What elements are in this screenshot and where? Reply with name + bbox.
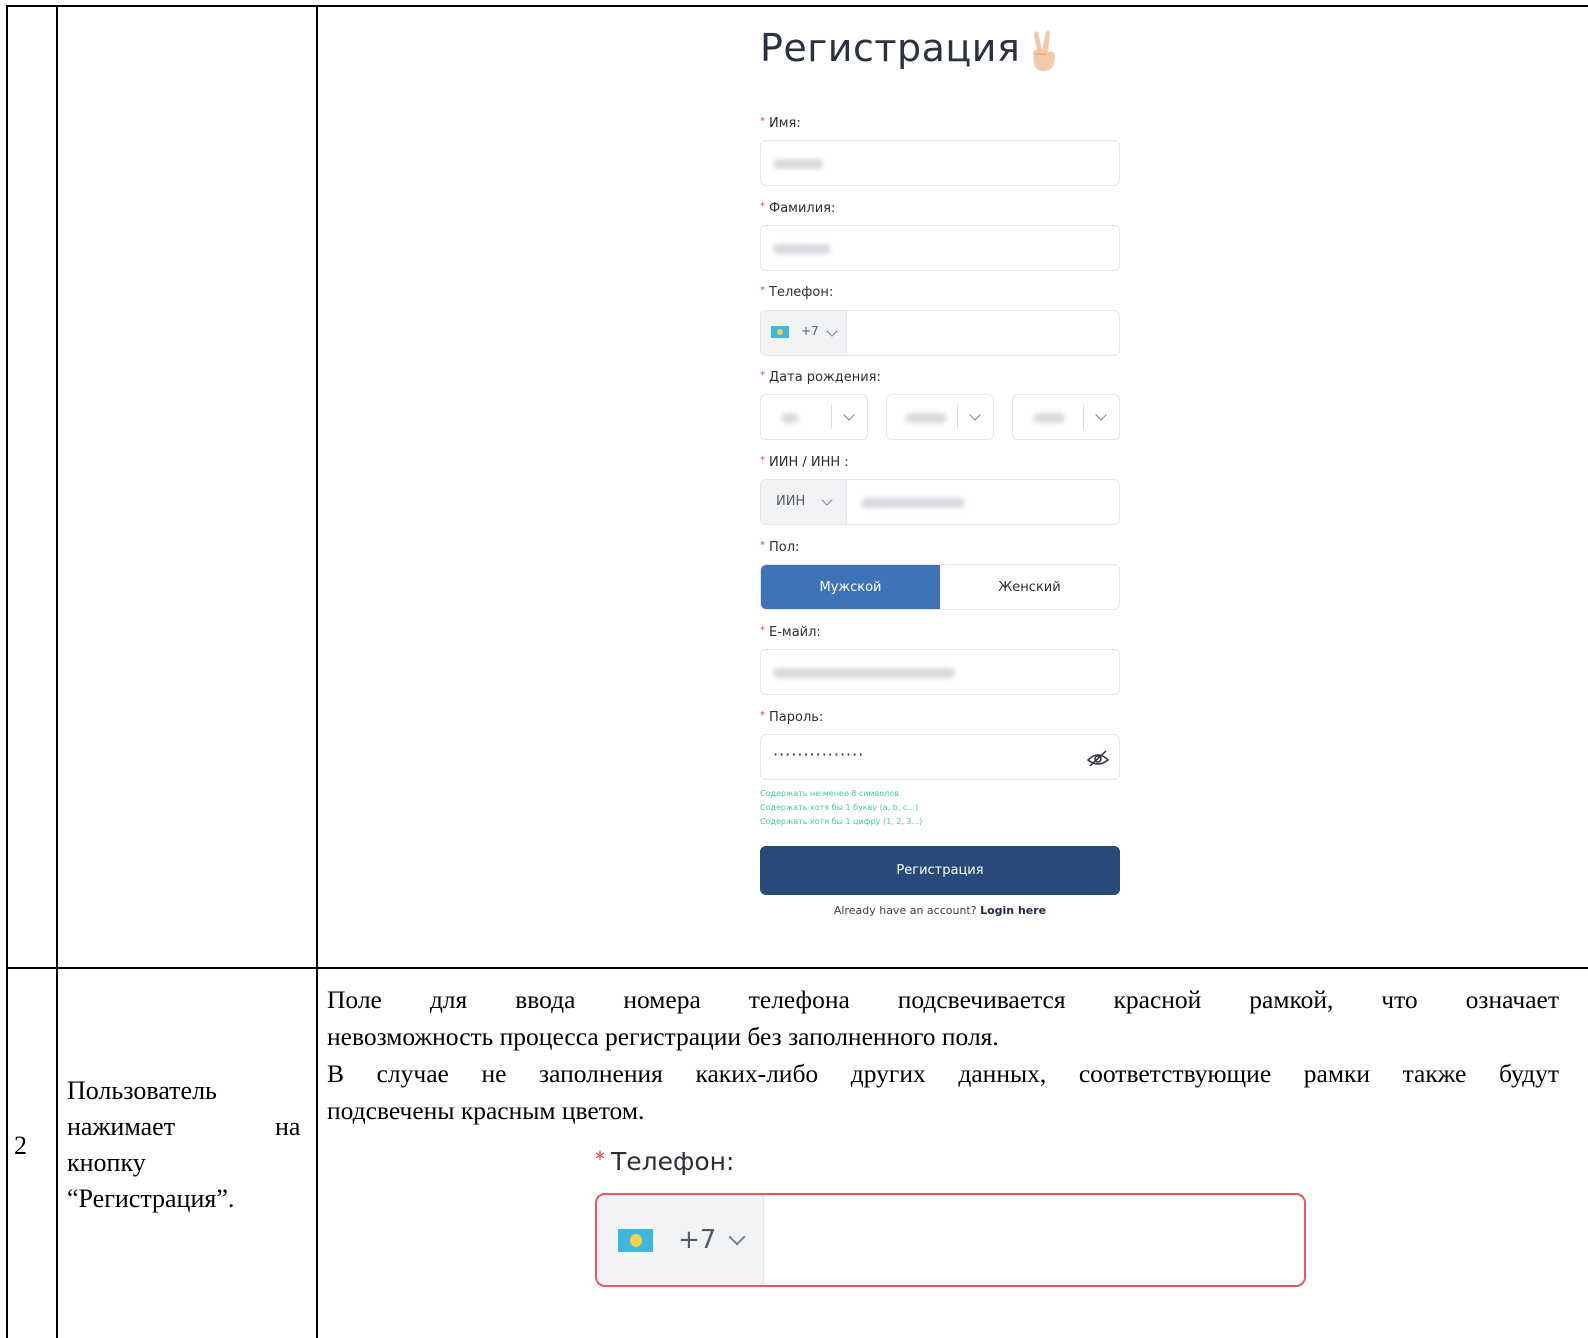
select-separator <box>831 405 832 429</box>
login-prompt: Already have an account? Login here <box>760 904 1120 917</box>
required-star-icon: * <box>760 455 765 466</box>
result-line-1: Поле для ввода номера телефона подсвечив… <box>327 985 1559 1014</box>
required-star-icon: * <box>760 370 765 381</box>
birth-year-select[interactable] <box>1012 394 1120 440</box>
password-hint-length: Содержать не менее 8 символов <box>760 789 899 798</box>
password-hint-letter: Содержать хотя бы 1 букву (a, b, c...) <box>760 803 919 812</box>
password-hint-digit: Содержать хотя бы 1 цифру (1, 2, 3...) <box>760 817 923 826</box>
blurred-value <box>781 413 799 423</box>
chevron-down-icon <box>821 494 833 506</box>
phone-label: * Телефон: <box>760 285 834 300</box>
chevron-down-icon <box>1095 409 1107 421</box>
birth-month-select[interactable] <box>886 394 994 440</box>
chevron-down-icon <box>843 409 855 421</box>
phone-country-select[interactable]: +7 <box>761 311 847 355</box>
blurred-value <box>773 668 955 678</box>
blurred-value <box>773 159 823 169</box>
blurred-value <box>773 244 831 254</box>
gender-option-male[interactable]: Мужской <box>761 565 940 609</box>
iin-type-select[interactable]: ИИН <box>761 480 847 524</box>
select-separator <box>1083 405 1084 429</box>
blurred-value <box>1033 413 1065 423</box>
required-star-icon: * <box>760 625 765 636</box>
password-input[interactable]: ··············· <box>760 734 1120 780</box>
iin-type-value: ИИН <box>776 494 806 509</box>
password-label: * Пароль: <box>760 710 824 725</box>
form-title: Регистрация <box>760 26 1021 70</box>
required-star-icon: * <box>760 201 765 212</box>
login-prompt-text: Already have an account? <box>833 904 977 917</box>
gender-label: * Пол: <box>760 540 800 555</box>
action-line-4: “Регистрация”. <box>67 1184 235 1213</box>
email-label: * Е-майл: <box>760 625 821 640</box>
chevron-down-icon <box>969 409 981 421</box>
password-mask: ··············· <box>773 745 865 764</box>
table-col-divider-2 <box>316 5 318 1338</box>
phone-code: +7 <box>801 324 819 338</box>
phone-input[interactable]: +7 <box>760 310 1120 356</box>
required-star-icon: * <box>760 285 765 296</box>
birth-day-select[interactable] <box>760 394 868 440</box>
action-line-2: нажимает <box>67 1112 176 1141</box>
action-line-1: Пользователь <box>67 1076 217 1105</box>
table-row-divider <box>6 967 1588 969</box>
table-border-left <box>6 5 8 1338</box>
select-separator <box>957 405 958 429</box>
first-name-input[interactable] <box>760 140 1120 186</box>
email-input[interactable] <box>760 649 1120 695</box>
result-line-4: подсвечены красным цветом. <box>327 1096 645 1125</box>
chevron-down-icon <box>728 1228 746 1246</box>
last-name-input[interactable] <box>760 225 1120 271</box>
eye-hidden-icon[interactable] <box>1086 748 1110 768</box>
zoom-phone-input-error[interactable]: +7 <box>595 1193 1306 1287</box>
chevron-down-icon <box>826 325 838 337</box>
required-star-icon: * <box>760 116 765 127</box>
required-star-icon: * <box>595 1147 605 1171</box>
blurred-value <box>905 413 947 423</box>
last-name-label: * Фамилия: <box>760 201 836 216</box>
action-line-2b: на <box>275 1112 301 1141</box>
zoom-phone-country-select[interactable]: +7 <box>597 1195 764 1285</box>
required-star-icon: * <box>760 710 765 721</box>
peace-hand-icon <box>1033 30 1055 71</box>
first-name-label: * Имя: <box>760 116 801 131</box>
table-border-top <box>6 5 1588 7</box>
action-line-3: кнопку <box>67 1148 146 1177</box>
iin-label: * ИИН / ИНН : <box>760 455 849 470</box>
blurred-value <box>861 498 965 508</box>
register-button[interactable]: Регистрация <box>760 846 1120 895</box>
gender-option-female[interactable]: Женский <box>940 565 1119 609</box>
birth-date-label: * Дата рождения: <box>760 370 881 385</box>
kazakhstan-flag-icon <box>771 326 789 338</box>
required-star-icon: * <box>760 540 765 551</box>
iin-input[interactable]: ИИН <box>760 479 1120 525</box>
login-link[interactable]: Login here <box>980 904 1046 917</box>
result-line-2: невозможность процесса регистрации без з… <box>327 1022 999 1051</box>
table-col-divider-1 <box>56 5 58 1338</box>
step-number: 2 <box>14 1131 27 1160</box>
zoom-phone-label: * Телефон: <box>595 1147 735 1176</box>
gender-segmented-control: Мужской Женский <box>760 564 1120 610</box>
kazakhstan-flag-icon <box>618 1229 653 1252</box>
zoom-phone-code: +7 <box>678 1225 717 1255</box>
result-line-3: В случае не заполнения каких-либо других… <box>327 1059 1559 1088</box>
